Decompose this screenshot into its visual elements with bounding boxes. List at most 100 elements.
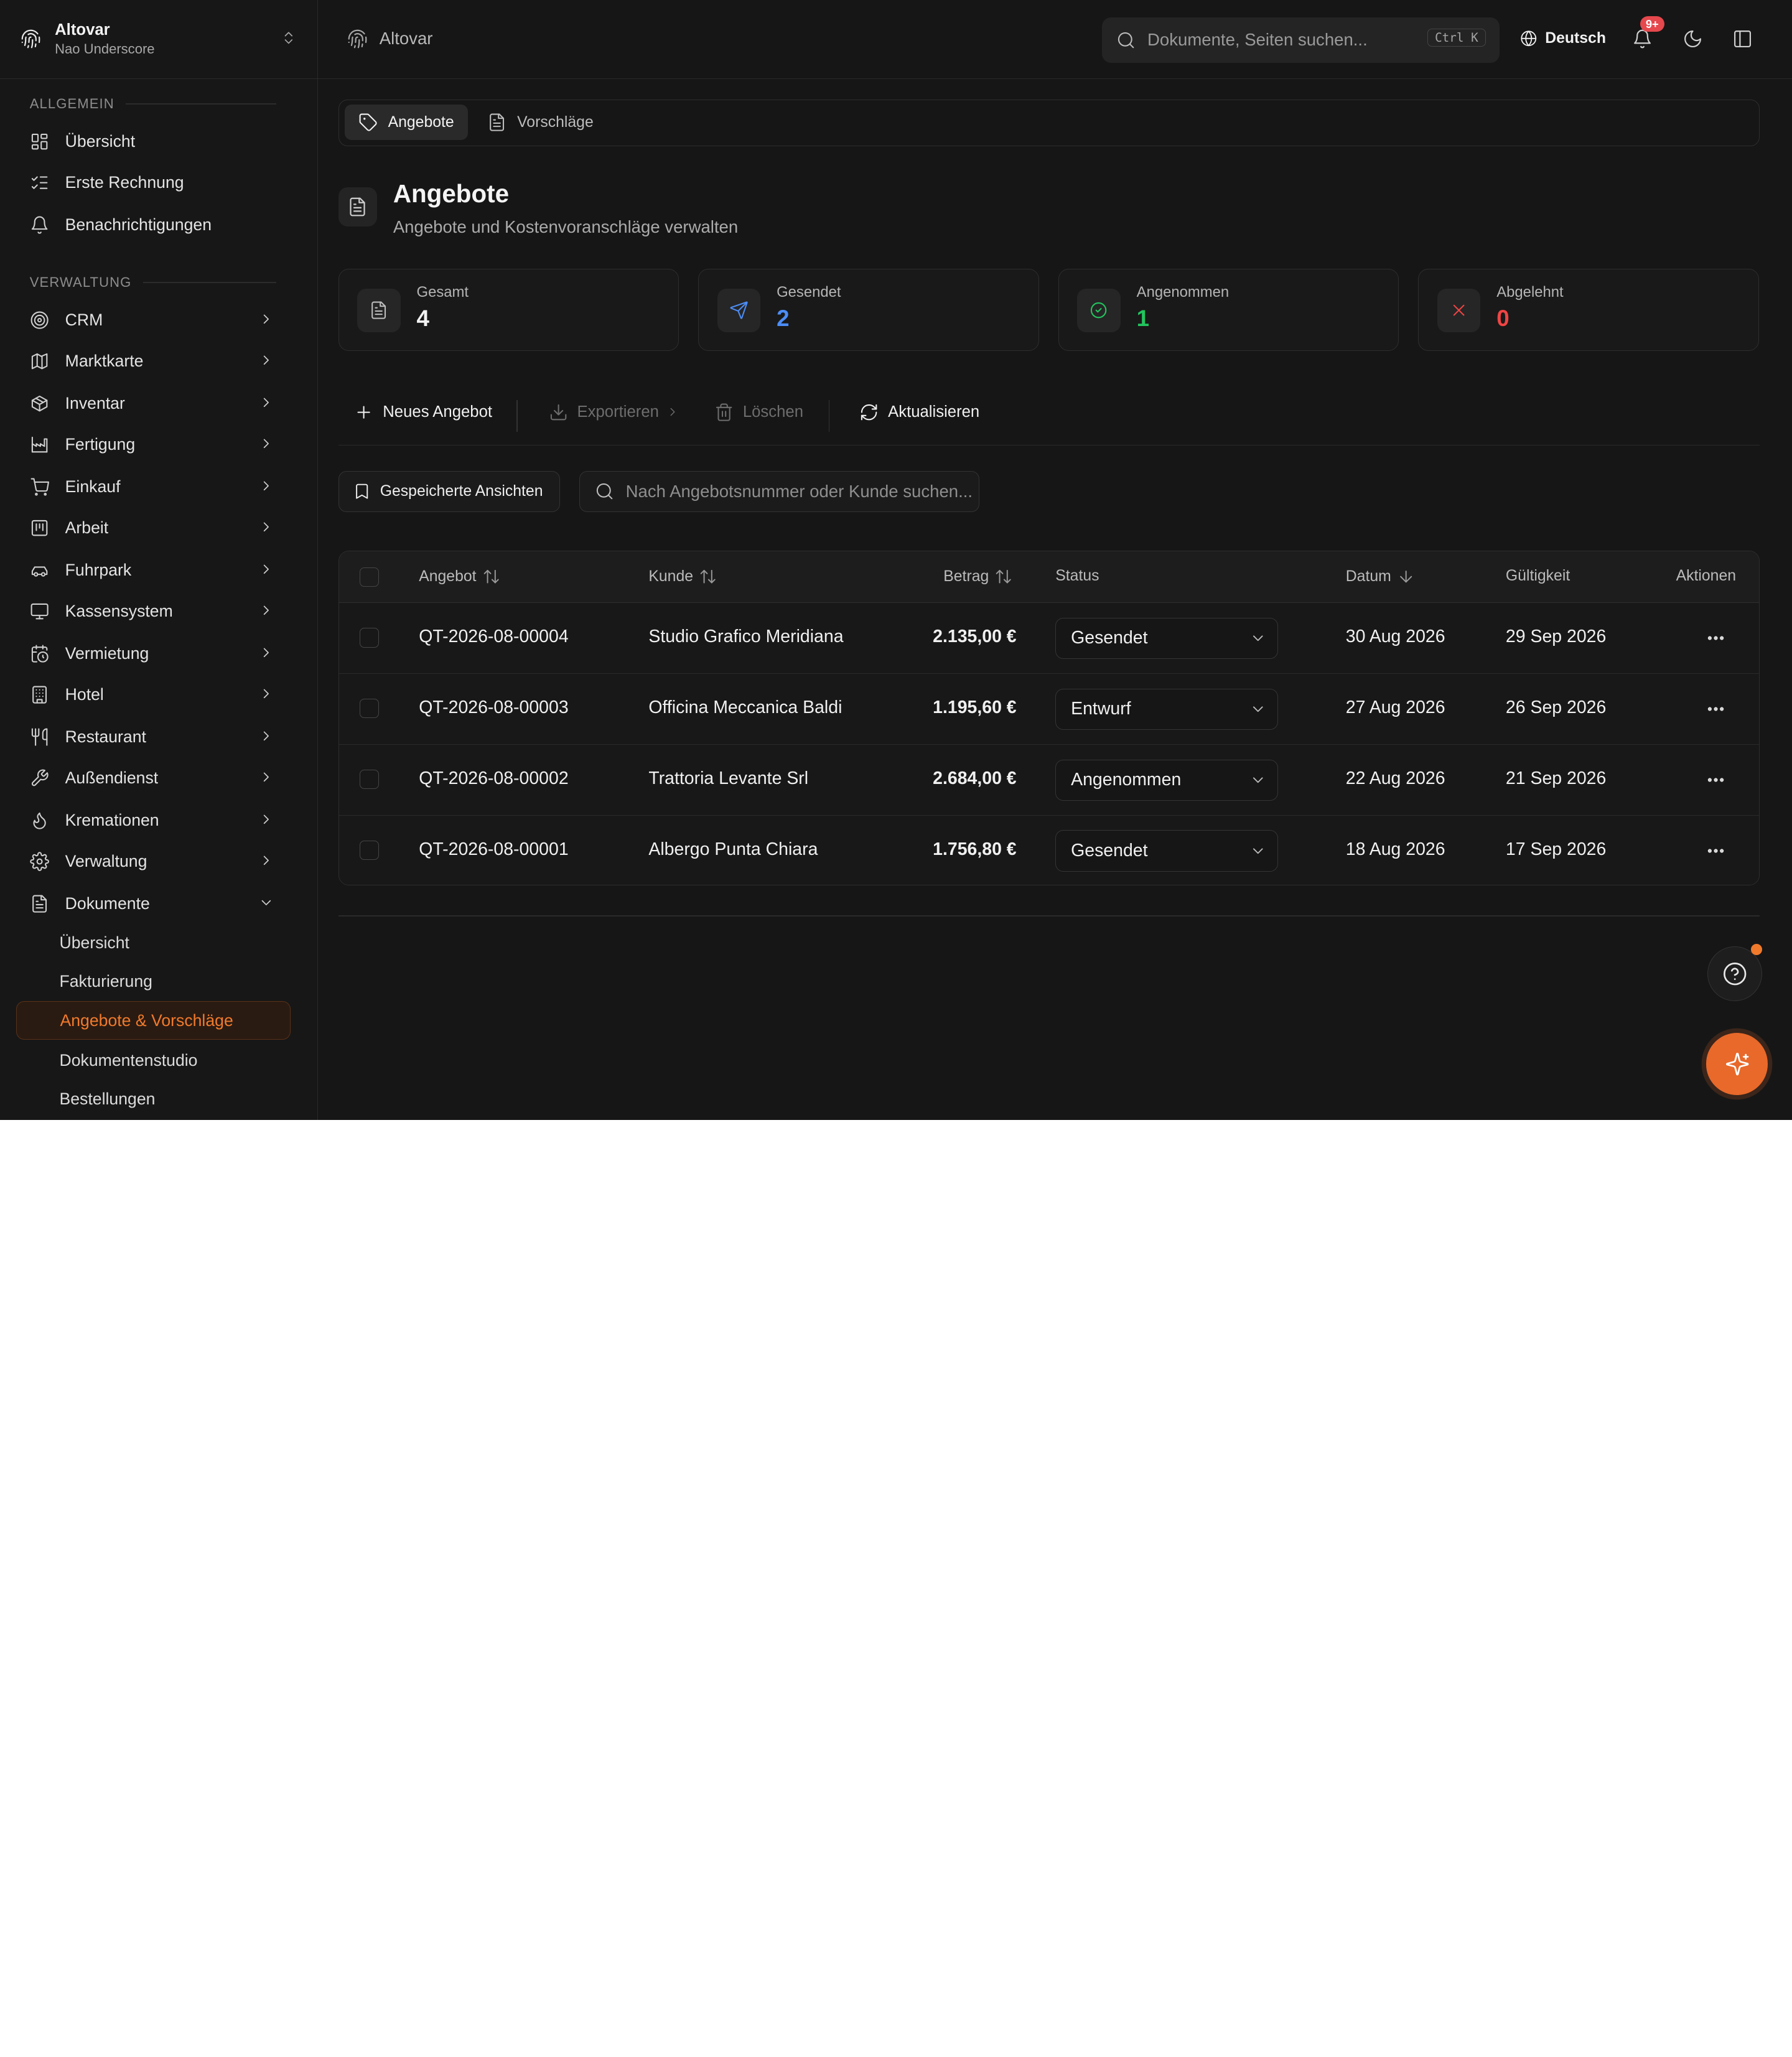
sidebar-item-notifications[interactable]: Benachrichtigungen: [16, 207, 291, 243]
sidebar-item-first-invoice[interactable]: Erste Rechnung: [16, 164, 291, 201]
new-quote-button[interactable]: Neues Angebot: [354, 403, 492, 422]
toggle-panel-button[interactable]: [1732, 29, 1753, 49]
sidebar-item-label: Verwaltung: [65, 852, 147, 871]
sidebar-item-overview[interactable]: Übersicht: [16, 123, 291, 160]
quote-number[interactable]: QT-2026-08-00004: [419, 627, 568, 647]
row-checkbox[interactable]: [359, 840, 379, 861]
status-select[interactable]: Gesendet: [1055, 830, 1279, 872]
sort-icon: [693, 567, 717, 585]
column-header-label: Datum: [1345, 567, 1391, 585]
sidebar-item-work[interactable]: Arbeit: [16, 510, 291, 546]
global-search-input[interactable]: Dokumente, Seiten suchen... Ctrl K: [1101, 17, 1500, 63]
target-icon: [30, 310, 65, 330]
sidebar-subitem-invoicing[interactable]: Fakturierung: [16, 963, 291, 1001]
quotes-table: Angebot Kunde Betrag Status Datum Gültig…: [338, 551, 1760, 886]
tab-quotes[interactable]: Angebote: [344, 105, 468, 141]
table-row[interactable]: QT-2026-08-00002 Trattoria Levante Srl 2…: [338, 744, 1760, 816]
ai-assistant-button[interactable]: [1706, 1033, 1768, 1095]
sidebar-item-rental[interactable]: Vermietung: [16, 635, 291, 672]
sidebar-item-cremations[interactable]: Kremationen: [16, 802, 291, 839]
dashboard-icon: [30, 132, 65, 151]
sidebar-item-label: Restaurant: [65, 727, 146, 747]
more-horizontal-icon: [1706, 841, 1726, 861]
org-switcher[interactable]: Altovar Nao Underscore: [0, 0, 317, 79]
row-actions-button[interactable]: [1706, 841, 1726, 861]
status-select[interactable]: Angenommen: [1055, 759, 1279, 801]
sidebar-item-documents[interactable]: Dokumente: [16, 885, 291, 922]
chevron-right-icon: [258, 561, 274, 577]
column-header-date[interactable]: Datum: [1346, 567, 1416, 585]
theme-toggle-button[interactable]: [1682, 29, 1703, 49]
sidebar-item-pos[interactable]: Kassensystem: [16, 593, 291, 630]
more-horizontal-icon: [1706, 770, 1726, 790]
quote-number[interactable]: QT-2026-08-00002: [419, 768, 568, 789]
quote-validity: 17 Sep 2026: [1505, 839, 1607, 860]
sidebar-item-manufacturing[interactable]: Fertigung: [16, 426, 291, 463]
chevron-right-icon: [258, 769, 274, 785]
sidebar-subitem-documents-overview[interactable]: Übersicht: [16, 923, 291, 962]
help-indicator-dot: [1750, 944, 1763, 956]
row-checkbox[interactable]: [359, 628, 379, 648]
row-checkbox[interactable]: [359, 699, 379, 719]
chevron-down-icon: [258, 895, 274, 911]
sidebar-item-market-map[interactable]: Marktkarte: [16, 343, 291, 380]
sidebar-item-fleet[interactable]: Fuhrpark: [16, 552, 291, 589]
column-header-label: Betrag: [943, 567, 989, 585]
document-icon: [347, 197, 368, 217]
quote-number[interactable]: QT-2026-08-00003: [419, 697, 568, 718]
refresh-button[interactable]: Aktualisieren: [859, 403, 979, 422]
select-all-checkbox[interactable]: [359, 567, 379, 587]
quote-date: 30 Aug 2026: [1345, 627, 1445, 647]
quote-search-input[interactable]: Nach Angebotsnummer oder Kunde suchen...: [579, 470, 980, 512]
row-actions-button[interactable]: [1706, 628, 1726, 648]
toolbar-divider: [828, 399, 830, 432]
action-toolbar: Neues Angebot Exportieren Löschen Aktual…: [338, 388, 1760, 446]
table-row[interactable]: QT-2026-08-00001 Albergo Punta Chiara 1.…: [338, 815, 1760, 885]
car-icon: [30, 561, 65, 580]
column-header-amount[interactable]: Betrag: [943, 567, 1013, 585]
sidebar: Altovar Nao Underscore ALLGEMEIN Übersic…: [0, 0, 318, 1120]
export-button[interactable]: Exportieren: [549, 403, 689, 422]
quote-date: 18 Aug 2026: [1345, 839, 1445, 860]
breadcrumb[interactable]: Altovar: [347, 29, 432, 49]
quote-amount: 2.684,00 €: [933, 768, 1017, 789]
sidebar-item-crm[interactable]: CRM: [16, 302, 291, 338]
quote-date: 27 Aug 2026: [1345, 697, 1445, 718]
search-icon: [1116, 30, 1147, 50]
language-switcher[interactable]: Deutsch: [1520, 30, 1606, 47]
refresh-icon: [859, 403, 888, 422]
sidebar-item-purchasing[interactable]: Einkauf: [16, 469, 291, 505]
map-icon: [30, 352, 65, 371]
status-select[interactable]: Entwurf: [1055, 688, 1279, 730]
chevron-right-icon: [258, 519, 274, 535]
quote-number[interactable]: QT-2026-08-00001: [419, 839, 568, 860]
status-select[interactable]: Gesendet: [1055, 617, 1279, 659]
sidebar-subitem-quotes-proposals[interactable]: Angebote & Vorschläge: [16, 1001, 291, 1040]
utensils-icon: [30, 727, 65, 747]
factory-icon: [30, 435, 65, 454]
table-row[interactable]: QT-2026-08-00004 Studio Grafico Meridian…: [338, 602, 1760, 674]
column-header-customer[interactable]: Kunde: [648, 567, 717, 585]
sidebar-item-administration[interactable]: Verwaltung: [16, 843, 291, 880]
sidebar-item-field-service[interactable]: Außendienst: [16, 760, 291, 796]
sidebar-subitem-document-studio[interactable]: Dokumentenstudio: [16, 1041, 291, 1080]
column-header-quote[interactable]: Angebot: [419, 567, 500, 585]
tab-proposals[interactable]: Vorschläge: [474, 105, 607, 140]
table-row[interactable]: QT-2026-08-00003 Officina Meccanica Bald…: [338, 673, 1760, 745]
row-actions-button[interactable]: [1706, 699, 1726, 719]
chevron-right-icon: [258, 602, 274, 618]
stat-value: 0: [1496, 306, 1510, 332]
sidebar-item-hotel[interactable]: Hotel: [16, 676, 291, 713]
delete-button[interactable]: Löschen: [714, 403, 803, 422]
saved-views-button[interactable]: Gespeicherte Ansichten: [338, 470, 560, 512]
delete-label: Löschen: [742, 403, 803, 421]
sidebar-subitem-orders[interactable]: Bestellungen: [16, 1080, 291, 1119]
sidebar-item-label: Kassensystem: [65, 602, 173, 621]
sidebar-item-inventory[interactable]: Inventar: [16, 385, 291, 422]
stat-card-rejected: Abgelehnt 0: [1418, 268, 1759, 351]
row-checkbox[interactable]: [359, 770, 379, 790]
sidebar-item-restaurant[interactable]: Restaurant: [16, 719, 291, 755]
section-title-admin: VERWALTUNG: [30, 274, 277, 291]
row-actions-button[interactable]: [1706, 770, 1726, 790]
stat-label: Gesamt: [416, 284, 469, 301]
